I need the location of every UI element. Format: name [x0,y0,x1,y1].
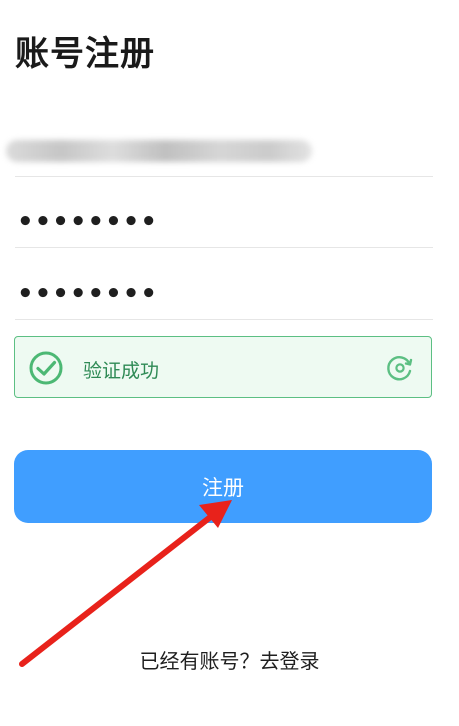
login-prompt: 已经有账号？去登录 [0,645,459,674]
login-prompt-text: 已经有账号？ [139,649,260,673]
page-title: 账号注册 [15,34,155,74]
register-button[interactable]: 注册 [14,450,432,523]
go-login-link[interactable]: 去登录 [260,649,320,673]
confirm-password-field[interactable]: •••••••• [15,268,433,320]
password-field[interactable]: •••••••• [15,196,433,248]
captcha-verify-box[interactable]: 验证成功 [14,336,432,398]
verify-status-text: 验证成功 [83,360,160,382]
redacted-account-value [6,140,312,162]
refresh-icon[interactable] [385,353,415,383]
check-circle-icon [29,351,63,385]
